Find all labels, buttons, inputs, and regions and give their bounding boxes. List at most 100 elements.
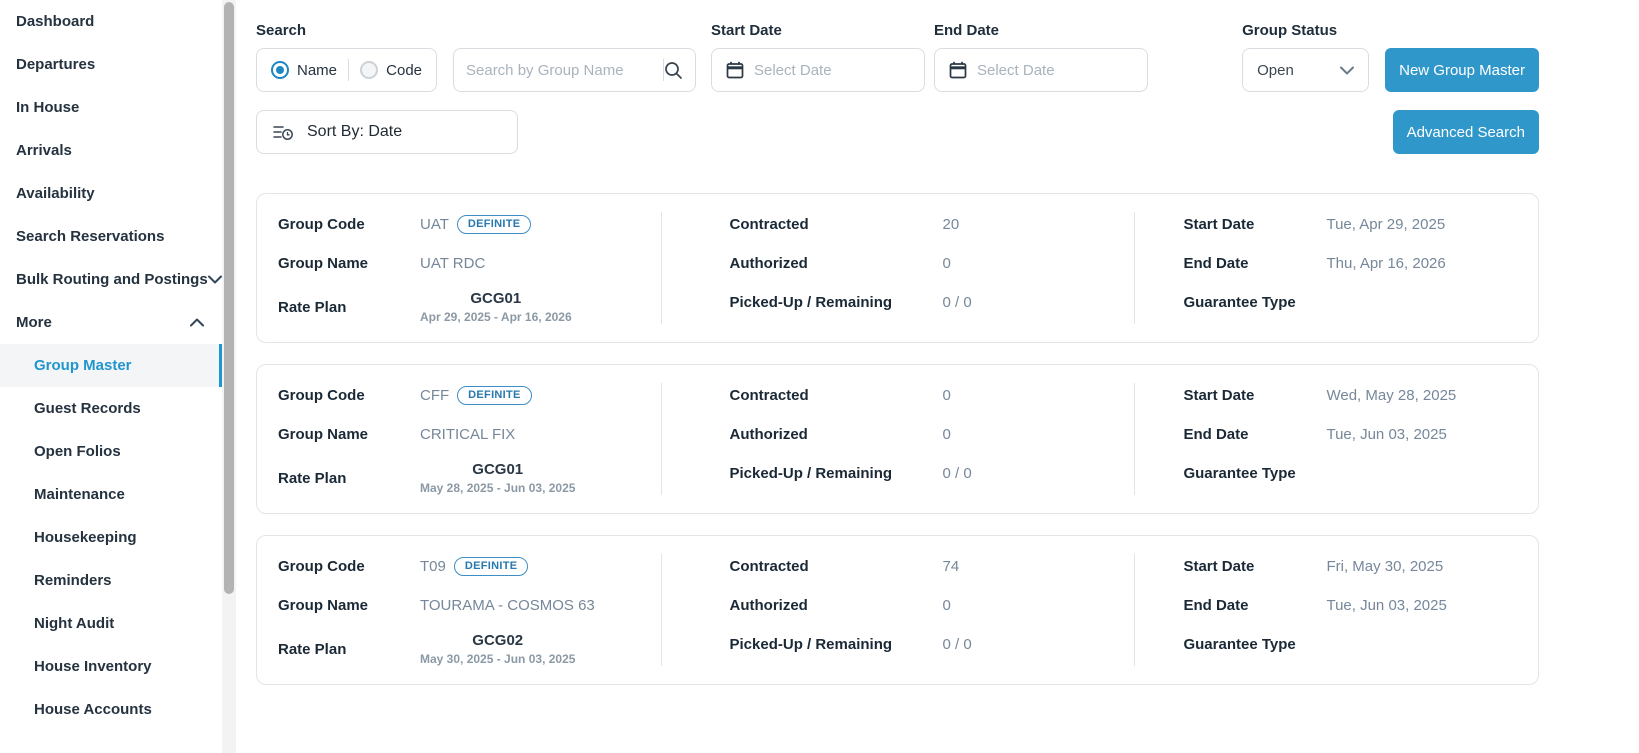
group-status-value: Open (1257, 61, 1294, 79)
filter-row-2: Sort By: Date Advanced Search (256, 110, 1539, 154)
start-date-placeholder: Select Date (754, 61, 832, 79)
sidebar: Dashboard Departures In House Arrivals A… (0, 0, 222, 753)
filter-row: Search Name Code Search by Group Name St… (256, 22, 1539, 92)
start-date-label: Start Date (711, 22, 782, 39)
divider (348, 59, 350, 81)
end-date-placeholder: Select Date (977, 61, 1055, 79)
sidebar-item-label: Availability (16, 185, 95, 202)
advanced-search-button[interactable]: Advanced Search (1392, 110, 1539, 154)
end-date-label: End Date (1183, 597, 1249, 614)
sidebar-item-guest-records[interactable]: Guest Records (0, 387, 222, 430)
sidebar-item-label: More (16, 314, 52, 331)
end-date-label: End Date (1183, 426, 1249, 443)
authorized-value: 0 (942, 597, 951, 614)
sidebar-item-housekeeping[interactable]: Housekeeping (0, 516, 222, 559)
end-date-value: Tue, Jun 03, 2025 (1326, 426, 1447, 443)
sidebar-item-label: Open Folios (34, 443, 121, 460)
end-date-label: End Date (934, 22, 1000, 39)
radio-code[interactable]: Code (360, 61, 422, 79)
rate-plan-value: GCG01 (472, 461, 524, 478)
sidebar-item-in-house[interactable]: In House (0, 86, 222, 129)
end-date-group: End Date Select Date (934, 22, 1148, 92)
authorized-label: Authorized (729, 597, 808, 614)
main-content: Search Name Code Search by Group Name St… (236, 0, 1639, 753)
authorized-label: Authorized (729, 426, 808, 443)
sidebar-item-night-audit[interactable]: Night Audit (0, 602, 222, 645)
end-date-label: End Date (1183, 255, 1249, 272)
sidebar-item-open-folios[interactable]: Open Folios (0, 430, 222, 473)
radio-name-label: Name (297, 61, 338, 79)
group-name-label: Group Name (278, 255, 369, 272)
sort-by-button[interactable]: Sort By: Date (256, 110, 518, 154)
card-dates-column: Start Date Wed, May 28, 2025 End Date Tu… (1134, 383, 1538, 495)
group-card[interactable]: Group Code T09 DEFINITE Group Name TOURA… (256, 535, 1539, 685)
start-date-value: Wed, May 28, 2025 (1326, 387, 1457, 404)
sort-by-date-icon (273, 125, 293, 140)
chevron-up-icon (190, 318, 204, 327)
sidebar-item-more[interactable]: More (0, 301, 222, 344)
contracted-value: 74 (942, 558, 960, 575)
search-icon[interactable] (664, 61, 683, 80)
group-name-value: TOURAMA - COSMOS 63 (420, 597, 595, 614)
group-card[interactable]: Group Code CFF DEFINITE Group Name CRITI… (256, 364, 1539, 514)
guarantee-type-label: Guarantee Type (1183, 294, 1296, 311)
group-status-label: Group Status (1242, 22, 1338, 39)
sidebar-item-search-reservations[interactable]: Search Reservations (0, 215, 222, 258)
picked-up-remaining-value: 0 / 0 (942, 465, 972, 482)
sidebar-item-label: Search Reservations (16, 228, 165, 245)
search-input[interactable] (466, 61, 663, 79)
group-name-value: UAT RDC (420, 255, 486, 272)
page-scrollbar-thumb[interactable] (224, 2, 234, 594)
sidebar-item-label: Dashboard (16, 13, 95, 30)
authorized-label: Authorized (729, 255, 808, 272)
start-date-field[interactable]: Select Date (711, 48, 925, 92)
card-dates-column: Start Date Fri, May 30, 2025 End Date Tu… (1134, 554, 1538, 666)
start-date-label: Start Date (1183, 387, 1255, 404)
group-status-select[interactable]: Open (1242, 48, 1370, 92)
sidebar-item-house-accounts[interactable]: House Accounts (0, 688, 222, 731)
authorized-value: 0 (942, 426, 951, 443)
group-card[interactable]: Group Code UAT DEFINITE Group Name UAT R… (256, 193, 1539, 343)
sidebar-item-bulk-routing-and-postings[interactable]: Bulk Routing and Postings (0, 258, 222, 301)
contracted-label: Contracted (729, 387, 809, 404)
rate-plan-label: Rate Plan (278, 298, 347, 316)
card-info-column: Group Code T09 DEFINITE Group Name TOURA… (257, 554, 661, 666)
status-badge: DEFINITE (456, 215, 532, 234)
sidebar-item-group-master[interactable]: Group Master (0, 344, 222, 387)
start-date-group: Start Date Select Date (711, 22, 925, 92)
group-code-value: CFF (420, 387, 450, 404)
start-date-label: Start Date (1183, 216, 1255, 233)
sidebar-item-departures[interactable]: Departures (0, 43, 222, 86)
group-code-label: Group Code (278, 387, 365, 404)
search-input-group (437, 48, 696, 92)
picked-up-remaining-value: 0 / 0 (942, 294, 972, 311)
sidebar-item-reminders[interactable]: Reminders (0, 559, 222, 602)
sidebar-item-label: Bulk Routing and Postings (16, 271, 208, 288)
sidebar-item-label: Departures (16, 56, 96, 73)
rate-plan-value: GCG01 (470, 290, 522, 307)
group-name-label: Group Name (278, 426, 369, 443)
calendar-icon (949, 61, 967, 79)
group-code-label: Group Code (278, 558, 365, 575)
new-group-master-button[interactable]: New Group Master (1385, 48, 1539, 92)
radio-name[interactable]: Name (271, 61, 337, 79)
chevron-down-icon (207, 275, 222, 284)
sidebar-item-house-inventory[interactable]: House Inventory (0, 645, 222, 688)
sidebar-item-dashboard[interactable]: Dashboard (0, 0, 222, 43)
sidebar-item-label: Maintenance (34, 486, 125, 503)
sidebar-item-maintenance[interactable]: Maintenance (0, 473, 222, 516)
card-counts-column: Contracted 0 Authorized 0 Picked-Up / Re… (660, 383, 1135, 495)
end-date-field[interactable]: Select Date (934, 48, 1148, 92)
sidebar-item-availability[interactable]: Availability (0, 172, 222, 215)
rate-plan-label: Rate Plan (278, 469, 347, 487)
sidebar-item-label: Arrivals (16, 142, 72, 159)
contracted-value: 20 (942, 216, 960, 233)
contracted-label: Contracted (729, 558, 809, 575)
sidebar-item-label: Night Audit (34, 615, 115, 632)
sidebar-item-label: Reminders (34, 572, 112, 589)
card-info-column: Group Code CFF DEFINITE Group Name CRITI… (257, 383, 661, 495)
sidebar-item-arrivals[interactable]: Arrivals (0, 129, 222, 172)
radio-unselected-icon (360, 61, 379, 79)
sort-by-label: Sort By: Date (307, 123, 403, 140)
search-field (453, 48, 696, 92)
